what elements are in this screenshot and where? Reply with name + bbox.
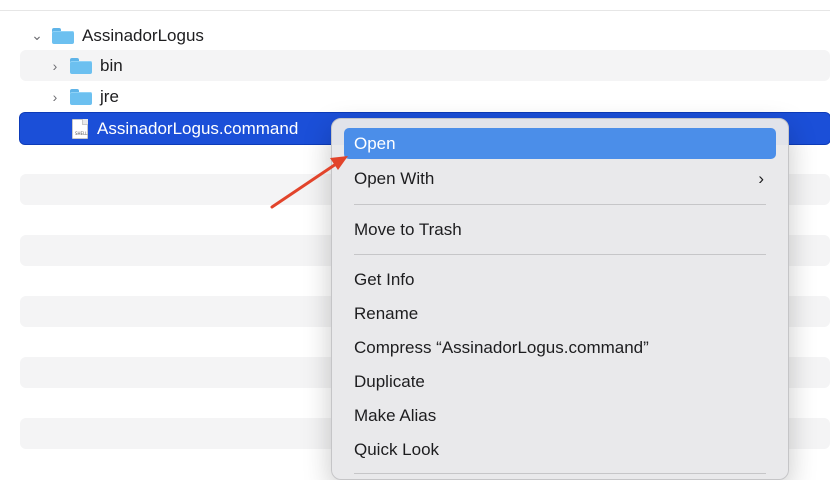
annotation-arrow — [270, 156, 348, 209]
